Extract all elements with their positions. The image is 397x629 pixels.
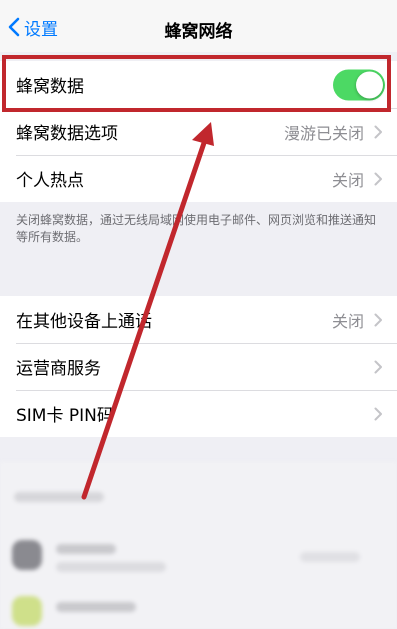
blurred-section-header bbox=[14, 492, 104, 502]
calls-other-devices-label: 在其他设备上通话 bbox=[16, 312, 152, 332]
cellular-data-row: 蜂窝数据 bbox=[0, 61, 397, 108]
calls-other-devices-row[interactable]: 在其他设备上通话 关闭 bbox=[0, 296, 397, 343]
page-title: 蜂窝网络 bbox=[164, 22, 233, 42]
cellular-options-row[interactable]: 蜂窝数据选项 漫游已关闭 bbox=[0, 108, 397, 155]
calls-other-devices-value: 关闭 bbox=[331, 311, 364, 331]
cellular-footer-note: 关闭蜂窝数据，通过无线局域网使用电子邮件、网页浏览和推送通知等所有数据。 bbox=[16, 213, 377, 244]
chevron-right-icon bbox=[374, 125, 382, 138]
blurred-app-toggle bbox=[300, 552, 360, 562]
blurred-app-name bbox=[56, 602, 136, 612]
chevron-right-icon bbox=[374, 172, 382, 185]
carrier-services-label: 运营商服务 bbox=[16, 359, 101, 379]
navigation-bar: 设置 蜂窝网络 bbox=[0, 0, 397, 52]
chevron-right-icon bbox=[374, 360, 382, 373]
personal-hotspot-label: 个人热点 bbox=[16, 171, 84, 191]
chevron-right-icon bbox=[374, 407, 382, 420]
calls-group: 在其他设备上通话 关闭 运营商服务 SIM卡 PIN码 bbox=[0, 296, 397, 437]
sim-pin-row[interactable]: SIM卡 PIN码 bbox=[0, 390, 397, 437]
sim-pin-label: SIM卡 PIN码 bbox=[16, 406, 114, 426]
personal-hotspot-row[interactable]: 个人热点 关闭 bbox=[0, 155, 397, 202]
cellular-data-toggle[interactable] bbox=[333, 69, 385, 100]
blurred-app-icon bbox=[12, 540, 42, 570]
cellular-options-value: 漫游已关闭 bbox=[283, 123, 364, 143]
blurred-app-name bbox=[56, 544, 116, 554]
blurred-app-list bbox=[0, 462, 397, 629]
carrier-services-row[interactable]: 运营商服务 bbox=[0, 343, 397, 390]
cellular-options-label: 蜂窝数据选项 bbox=[16, 124, 118, 144]
toggle-knob bbox=[356, 71, 383, 98]
blurred-app-icon bbox=[12, 596, 42, 626]
blurred-app-usage bbox=[56, 562, 166, 572]
personal-hotspot-value: 关闭 bbox=[331, 170, 364, 190]
chevron-right-icon bbox=[374, 313, 382, 326]
cellular-group: 蜂窝数据 蜂窝数据选项 漫游已关闭 个人热点 关闭 bbox=[0, 61, 397, 202]
